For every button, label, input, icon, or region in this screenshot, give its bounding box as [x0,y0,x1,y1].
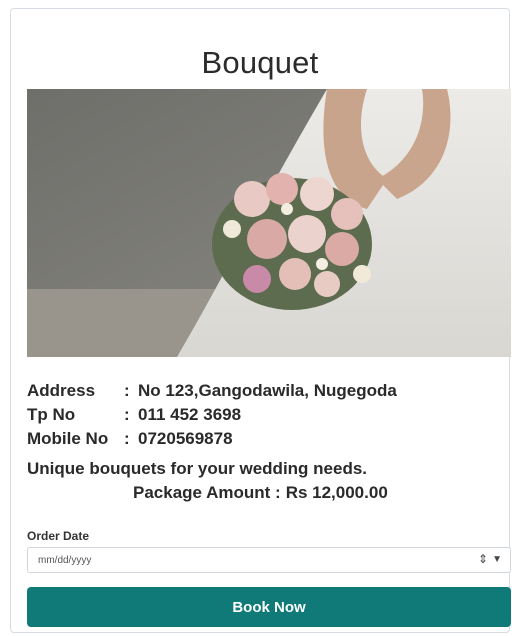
dropdown-arrow-icon[interactable]: ▼ [492,554,502,565]
mobile-separator: : [124,429,130,448]
package-label: Package Amount : [133,483,281,502]
card-title: Bouquet [201,45,319,80]
description: Unique bouquets for your wedding needs. [27,459,368,478]
book-now-button[interactable]: Book Now [27,587,511,627]
phone-label: Tp No [27,405,76,424]
contact-details: Address : No 123,Gangodawila, Nugegoda T… [27,379,397,451]
bouquet-image [27,89,511,357]
mobile-value: 0720569878 [138,429,233,448]
address-separator: : [124,381,130,400]
address-row: Address : No 123,Gangodawila, Nugegoda [27,379,397,403]
mobile-row: Mobile No : 0720569878 [27,427,397,451]
phone-value: 011 452 3698 [138,405,242,424]
phone-separator: : [124,405,130,424]
order-date-label: Order Date [27,529,90,543]
package-value: Rs 12,000.00 [285,483,388,502]
package-amount: Package Amount : Rs 12,000.00 [133,483,393,503]
phone-row: Tp No : 011 452 3698 [27,403,397,427]
order-date-placeholder: mm/dd/yyyy [38,555,92,566]
service-card: Bouquet Address: No 123,Gangodawila, Nu… [10,8,511,633]
address-value: No 123,Gangodawila, Nugegoda [138,381,397,400]
order-date-input[interactable]: mm/dd/yyyy ⇕ ▼ [27,547,511,573]
bouquet-photo [27,89,511,357]
mobile-label: Mobile No [27,429,109,448]
address-label: Address [27,381,96,400]
spinner-icon[interactable]: ⇕ [478,552,488,566]
